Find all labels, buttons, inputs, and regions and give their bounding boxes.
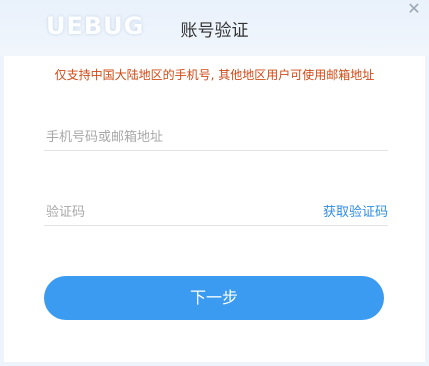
phone-email-input[interactable] (44, 126, 306, 148)
verification-code-input[interactable] (44, 201, 306, 223)
dialog-body: 仅支持中国大陆地区的手机号, 其他地区用户可使用邮箱地址 获取验证码 下一步 (4, 56, 425, 362)
dialog-title: 账号验证 (180, 21, 249, 41)
dialog-header: UEBUG 账号验证 ✕ (0, 0, 429, 56)
verification-code-field: 获取验证码 (44, 201, 388, 226)
get-code-link[interactable]: 获取验证码 (323, 201, 388, 220)
region-notice: 仅支持中国大陆地区的手机号, 其他地区用户可使用邮箱地址 (54, 68, 375, 82)
phone-email-field (44, 126, 388, 151)
close-icon[interactable]: ✕ (405, 0, 423, 18)
account-verification-dialog: UEBUG 账号验证 ✕ 仅支持中国大陆地区的手机号, 其他地区用户可使用邮箱地… (0, 0, 429, 366)
next-button[interactable]: 下一步 (44, 276, 384, 320)
